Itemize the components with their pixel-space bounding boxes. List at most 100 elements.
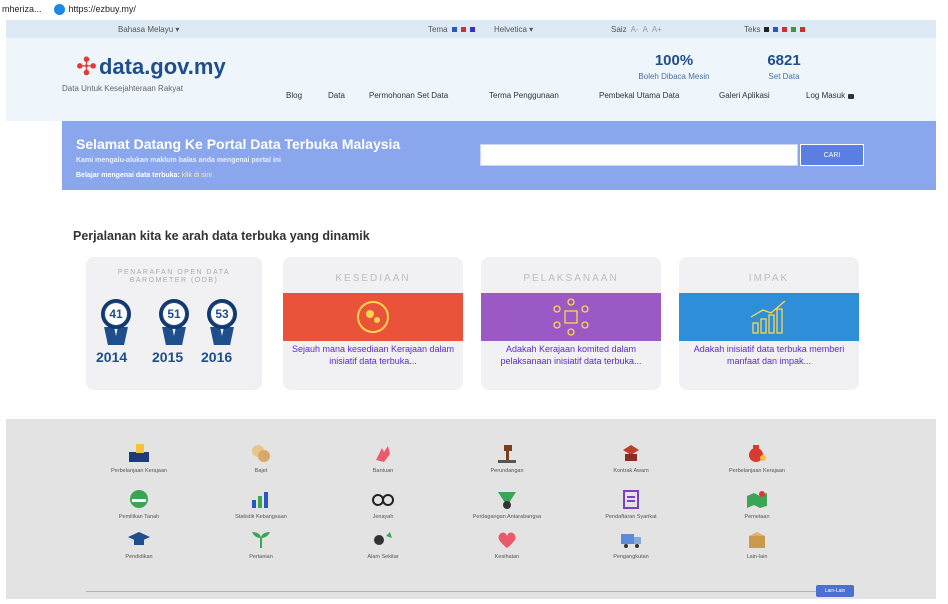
theme-swatch-blue[interactable] — [451, 27, 457, 32]
category-label: Pengangkutan — [613, 554, 649, 560]
category-item[interactable]: Statistik Kebangsaan — [201, 487, 321, 520]
card-band — [679, 293, 859, 341]
gavel-icon — [492, 441, 522, 465]
card-desc: Adakah inisiatif data terbuka memberi ma… — [693, 344, 845, 366]
category-item[interactable]: Pertanian — [201, 527, 321, 560]
size-reset-button[interactable]: A — [643, 25, 648, 34]
nav-item-blog[interactable]: Blog — [286, 91, 302, 100]
text-swatch-red[interactable] — [782, 27, 788, 32]
statistics-icon — [246, 487, 276, 511]
logo-star-icon: ✣ — [76, 52, 97, 81]
category-label: Perbelanjaan Kerajaan — [729, 468, 785, 474]
chevron-down-icon: ▾ — [526, 25, 534, 34]
category-item[interactable]: Jenayah — [323, 487, 443, 520]
card-title: PELAKSANAAN — [523, 273, 619, 284]
journey-card-readiness[interactable]: KESEDIAAN Sejauh mana kesediaan Kerajaan… — [283, 257, 463, 390]
carousel-track[interactable] — [86, 591, 824, 592]
nav-item-login[interactable]: Log Masuk — [806, 91, 855, 100]
page: mheriza... https://ezbuy.my/ Bahasa Mela… — [0, 0, 948, 604]
category-item[interactable]: Perbelanjaan Kerajaan — [697, 441, 817, 474]
category-label: Perbelanjaan Kerajaan — [111, 468, 167, 474]
truck-icon — [616, 527, 646, 551]
category-item[interactable]: Perundangan — [447, 441, 567, 474]
hero-learn-link[interactable]: klik di sini — [182, 172, 212, 179]
journey-card-impact[interactable]: IMPAK Adakah inisiatif data terbuka memb… — [679, 257, 859, 390]
theme-swatch-red[interactable] — [460, 27, 466, 32]
journey-title: Perjalanan kita ke arah data terbuka yan… — [73, 229, 370, 243]
text-swatch-blue[interactable] — [773, 27, 779, 32]
category-item[interactable]: Pendaftaran Syarikat — [571, 487, 691, 520]
category-item[interactable]: Bantuan — [323, 441, 443, 474]
medal-score: 53 — [211, 303, 233, 325]
text-swatch-green[interactable] — [791, 27, 797, 32]
more-categories-button[interactable]: Lain-Lain — [816, 585, 854, 597]
nav-item-data-providers[interactable]: Pembekal Utama Data — [599, 91, 679, 100]
category-item[interactable]: Kontrak Awam — [571, 441, 691, 474]
category-item[interactable]: Pengangkutan — [571, 527, 691, 560]
medal-year: 2014 — [96, 349, 128, 365]
card-desc: Sejauh mana kesediaan Kerajaan dalam ini… — [291, 344, 455, 366]
coins-icon — [246, 441, 276, 465]
odb-title: PENARAFAN OPEN DATA BAROMETER (ODB) — [117, 269, 231, 284]
size-decrease-button[interactable]: A- — [631, 25, 639, 34]
size-increase-button[interactable]: A+ — [652, 25, 662, 34]
text-swatch-red2[interactable] — [800, 27, 806, 32]
sprout-icon — [246, 527, 276, 551]
category-item[interactable]: Lain-lain — [697, 527, 817, 560]
bookmark-item[interactable]: mheriza... — [2, 4, 42, 14]
stat-machine-readable: 100% Boleh Dibaca Mesin — [634, 52, 714, 81]
contract-icon — [616, 441, 646, 465]
handcuffs-icon — [368, 487, 398, 511]
graduation-cap-icon — [124, 527, 154, 551]
site-favicon-icon — [53, 3, 65, 15]
growth-chart-icon — [750, 300, 786, 334]
category-item[interactable]: Pendidikan — [79, 527, 199, 560]
category-item[interactable]: Pemetaan — [697, 487, 817, 520]
network-icon — [553, 298, 589, 336]
search-input[interactable] — [480, 144, 798, 166]
chevron-down-icon: ▾ — [173, 25, 180, 34]
nav-item-data[interactable]: Data — [328, 91, 345, 100]
lock-icon — [848, 93, 855, 99]
land-icon — [124, 487, 154, 511]
category-item[interactable]: Alam Sekitar — [323, 527, 443, 560]
text-swatch-black[interactable] — [764, 27, 770, 32]
category-label: Bajet — [254, 468, 268, 474]
theme-label: Tema — [428, 25, 448, 34]
nav-item-dataset-request[interactable]: Permohonan Set Data — [369, 91, 448, 100]
medal-year: 2015 — [152, 349, 184, 365]
category-item[interactable]: Perbelanjaan Kerajaan — [79, 441, 199, 474]
category-label: Kesihatan — [494, 554, 520, 560]
stat-value: 6821 — [767, 52, 801, 69]
medal-icon: 41 — [98, 299, 134, 349]
site-logo[interactable]: ✣ data.gov.my — [76, 54, 226, 80]
category-item[interactable]: Bajet — [201, 441, 321, 474]
font-selector[interactable]: Helvetica ▾ — [494, 25, 533, 34]
category-label: Pertanian — [249, 554, 273, 560]
theme-swatch-indigo[interactable] — [469, 27, 475, 32]
bookmark-link[interactable]: https://ezbuy.my/ — [53, 3, 136, 15]
category-item[interactable]: Kesihatan — [447, 527, 567, 560]
search-button[interactable]: CARI — [800, 144, 864, 166]
nav-item-app-gallery[interactable]: Galeri Aplikasi — [719, 91, 770, 100]
size-label: Saiz — [611, 25, 627, 34]
hero-learn-label: Belajar mengenai data terbuka: — [76, 172, 180, 179]
category-label: Alam Sekitar — [367, 554, 399, 560]
helping-hand-icon — [368, 441, 398, 465]
bookmark-bar: mheriza... https://ezbuy.my/ — [0, 0, 948, 18]
language-label: Bahasa Melayu — [118, 25, 174, 34]
journey-card-implementation[interactable]: PELAKSANAAN Adakah Kerajaan komited dala… — [481, 257, 661, 390]
category-label: Jenayah — [372, 514, 394, 520]
category-item[interactable]: Perdagangan Antarabangsa — [447, 487, 567, 520]
theme-selector: Tema — [428, 25, 475, 34]
category-item[interactable]: Pemilikan Tanah — [79, 487, 199, 520]
nav-item-terms[interactable]: Terma Penggunaan — [489, 91, 559, 100]
ballot-box-icon — [124, 441, 154, 465]
odb-ranking-card[interactable]: PENARAFAN OPEN DATA BAROMETER (ODB) 41 5… — [86, 257, 262, 390]
medal-year: 2016 — [201, 349, 233, 365]
bookmark-link-label: https://ezbuy.my/ — [68, 4, 136, 14]
category-label: Bantuan — [372, 468, 394, 474]
map-icon — [742, 487, 772, 511]
language-selector[interactable]: Bahasa Melayu ▾ — [118, 25, 179, 34]
heart-icon — [492, 527, 522, 551]
